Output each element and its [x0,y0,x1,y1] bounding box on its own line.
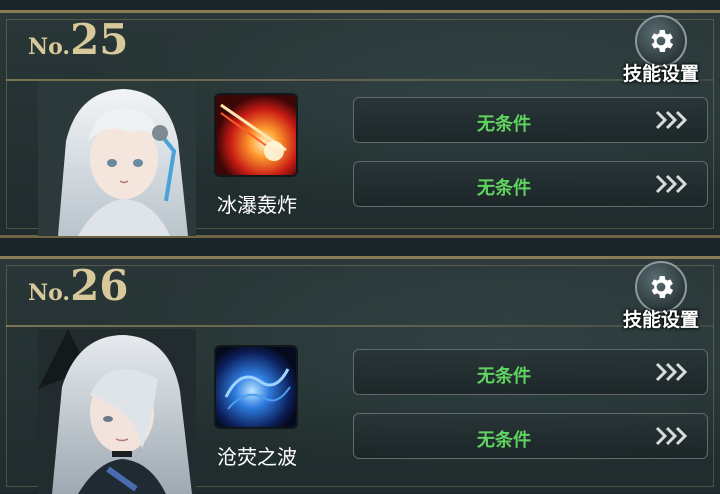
triple-chevron-icon [653,108,693,136]
skill-name: 沧荧之波 [217,445,297,469]
condition-button-1[interactable]: 无条件 [353,349,708,395]
skill-name: 冰瀑轰炸 [217,193,297,217]
condition-button-2[interactable]: 无条件 [353,413,708,459]
number-prefix: No. [28,34,71,60]
triple-chevron-icon [653,172,693,200]
number-value: 25 [70,15,129,64]
number-value: 26 [70,261,129,310]
number-prefix: No. [28,280,71,306]
blue-wave-skill-icon[interactable] [214,345,298,429]
character-number: No.26 [28,265,129,307]
skill-settings-label: 技能设置 [622,309,699,331]
condition-label: 无条件 [477,430,531,451]
triple-chevron-icon [653,424,693,452]
character-portrait [38,329,196,494]
skill-settings-button[interactable]: 技能设置 [616,15,706,85]
skill-settings-button[interactable]: 技能设置 [616,261,706,331]
condition-button-2[interactable]: 无条件 [353,161,708,207]
condition-button-1[interactable]: 无条件 [353,97,708,143]
condition-label: 无条件 [477,366,531,387]
skill-list: No.25 技能设置 冰瀑轰炸 无条件 无条件 No.26 技能设置 沧荧之波 … [0,0,720,494]
character-portrait [38,81,196,236]
character-number: No.25 [28,19,129,61]
character-card-25: No.25 技能设置 冰瀑轰炸 无条件 无条件 [0,10,720,238]
character-card-26: No.26 技能设置 沧荧之波 无条件 无条件 [0,256,720,494]
triple-chevron-icon [653,360,693,388]
ice-bombard-skill-icon[interactable] [214,93,298,177]
condition-label: 无条件 [477,178,531,199]
divider [6,325,714,327]
condition-label: 无条件 [477,114,531,135]
skill-settings-label: 技能设置 [622,63,699,85]
